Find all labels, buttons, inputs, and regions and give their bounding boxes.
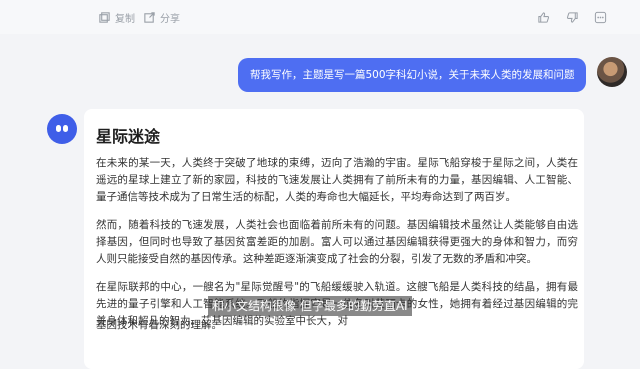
dislike-button[interactable] xyxy=(566,8,579,26)
share-label: 分享 xyxy=(160,13,180,25)
story-paragraph: 基因技术有着深刻的理解。 xyxy=(96,319,222,331)
message-toolbar: 复制 分享 xyxy=(0,0,640,34)
thumbs-down-icon xyxy=(566,11,578,23)
story-title: 星际迷途 xyxy=(96,127,161,146)
copy-button[interactable]: 复制 xyxy=(98,8,135,26)
story-paragraph: 在未来的某一天，人类终于突破了地球的束缚，迈向了浩瀚的宇宙。星际飞船穿梭于星际之… xyxy=(96,157,578,203)
user-message-bubble: 帮我写作，主题是写一篇500字科幻小说，关于未来人类的发展和问题 xyxy=(238,58,586,92)
assistant-avatar xyxy=(47,114,77,144)
like-button[interactable] xyxy=(537,8,550,26)
copy-icon xyxy=(99,11,110,23)
thumbs-up-icon xyxy=(538,11,550,23)
share-icon xyxy=(144,11,155,23)
avatar-eye-icon xyxy=(56,125,61,132)
copy-label: 复制 xyxy=(115,13,135,25)
story-paragraph: 然而，随着科技的飞速发展，人类社会也面临着前所未有的问题。基因编辑技术虽然让人类… xyxy=(96,219,578,265)
share-button[interactable]: 分享 xyxy=(143,8,180,26)
avatar-eye-icon xyxy=(63,125,68,132)
more-button[interactable] xyxy=(594,8,607,26)
user-avatar[interactable] xyxy=(597,57,627,87)
video-subtitle: 和小文结构很像 但字最多的勤劳直AI xyxy=(208,296,412,316)
more-icon xyxy=(594,11,607,23)
